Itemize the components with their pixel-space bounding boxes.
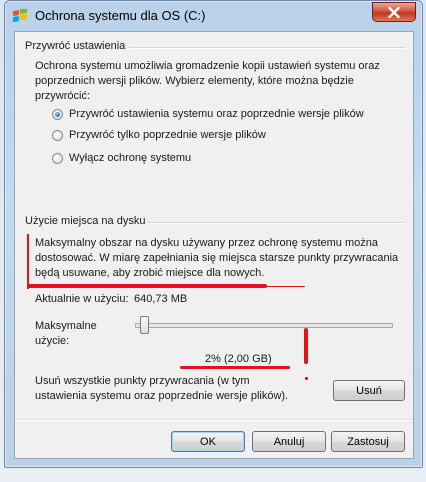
- restore-section-title: Przywróć ustawienia: [25, 40, 126, 52]
- restore-section-divider: [129, 47, 405, 49]
- max-usage-label: Maksymalne użycie:: [35, 319, 97, 349]
- radio-disable-protection[interactable]: Wyłącz ochronę systemu: [52, 152, 191, 164]
- radio-label: Przywróć ustawienia systemu oraz poprzed…: [69, 108, 364, 120]
- current-usage-value: 640,73 MB: [134, 293, 188, 305]
- radio-button-selected[interactable]: [52, 108, 63, 120]
- apply-button[interactable]: Zastosuj: [331, 431, 405, 452]
- delete-text-line: Usuń wszystkie punkty przywracania (w ty…: [35, 375, 250, 387]
- restore-description-line: Ochrona systemu umożliwia gromadzenie ko…: [35, 60, 380, 72]
- delete-button[interactable]: Usuń: [333, 380, 405, 401]
- max-usage-label-line: Maksymalne: [35, 320, 97, 332]
- radio-label: Przywróć tylko poprzednie wersje plików: [69, 129, 266, 141]
- footer-divider: [15, 419, 413, 421]
- radio-button[interactable]: [52, 129, 63, 141]
- red-annotation-underline: [27, 284, 267, 288]
- red-annotation-exclamation-bar: [304, 328, 308, 364]
- red-annotation-left-bar: [27, 234, 29, 289]
- radio-label: Wyłącz ochronę systemu: [69, 152, 192, 164]
- disk-description-line: dostosować. W miarę zapełniania się miej…: [35, 252, 399, 264]
- disk-usage-divider: [147, 222, 405, 224]
- radio-restore-settings-and-files[interactable]: Przywróć ustawienia systemu oraz poprzed…: [52, 108, 364, 120]
- close-icon: [388, 6, 400, 18]
- max-usage-slider-track[interactable]: [135, 323, 393, 328]
- current-usage-label: Aktualnie w użyciu:: [35, 293, 129, 305]
- max-usage-readout: 2% (2,00 GB): [205, 353, 272, 365]
- red-annotation-readout-underline: [180, 366, 290, 369]
- restore-description: Ochrona systemu umożliwia gromadzenie ko…: [35, 59, 405, 104]
- ok-button[interactable]: OK: [171, 431, 245, 452]
- disk-usage-section-title: Użycie miejsca na dysku: [25, 215, 146, 227]
- radio-restore-files-only[interactable]: Przywróć tylko poprzednie wersje plików: [52, 129, 266, 141]
- disk-description-line: Maksymalny obszar na dysku używany przez…: [35, 237, 378, 249]
- system-protection-icon: [13, 9, 27, 22]
- red-annotation-exclamation-dot: [305, 377, 308, 380]
- max-usage-slider-thumb[interactable]: [140, 316, 149, 334]
- cancel-button[interactable]: Anuluj: [252, 431, 326, 452]
- close-button[interactable]: [372, 2, 416, 22]
- restore-description-line: poprzednich wersji plików. Wybierz eleme…: [35, 75, 354, 87]
- dialog-window: Ochrona systemu dla OS (C:) Przywróć ust…: [4, 0, 423, 468]
- dialog-client-area: Przywróć ustawienia Ochrona systemu umoż…: [14, 31, 414, 459]
- disk-description-line: będą usuwane, aby zrobić miejsce dla now…: [35, 267, 265, 279]
- restore-description-line: przywrócić:: [35, 90, 91, 102]
- radio-button[interactable]: [52, 152, 63, 164]
- delete-restore-points-text: Usuń wszystkie punkty przywracania (w ty…: [35, 374, 325, 404]
- red-annotation-underline-tail: [265, 286, 305, 287]
- max-usage-label-line: użycie:: [35, 335, 70, 347]
- window-title: Ochrona systemu dla OS (C:): [35, 8, 206, 23]
- title-bar[interactable]: Ochrona systemu dla OS (C:): [5, 1, 422, 31]
- disk-usage-description: Maksymalny obszar na dysku używany przez…: [35, 236, 409, 281]
- delete-text-line: ustawienia systemu oraz poprzednie wersj…: [35, 390, 289, 402]
